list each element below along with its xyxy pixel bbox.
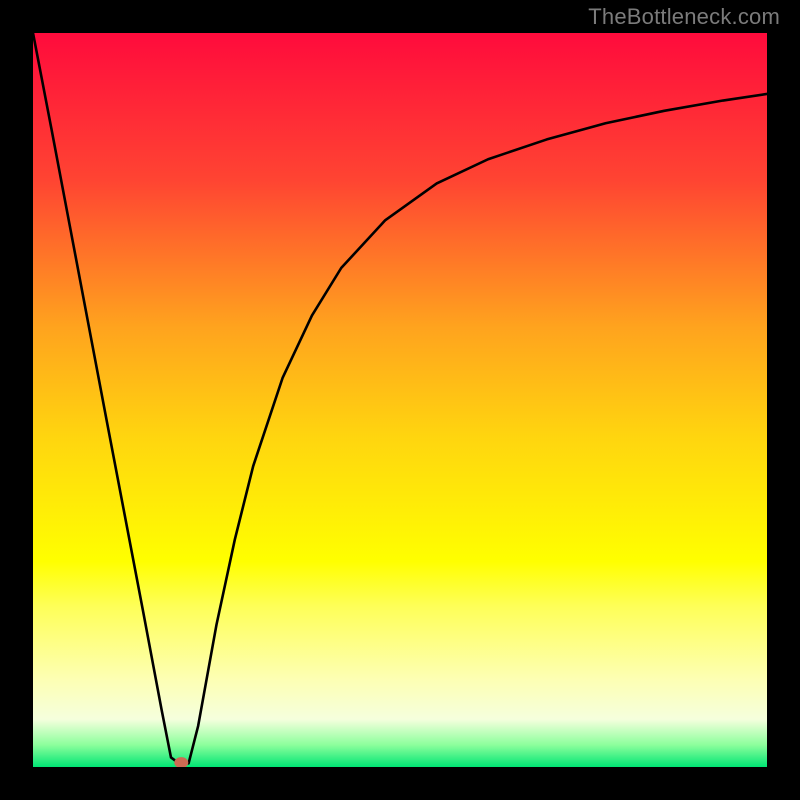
watermark-text: TheBottleneck.com [588,4,780,30]
gradient-background [33,33,767,767]
bottleneck-chart [33,33,767,767]
chart-frame: TheBottleneck.com [0,0,800,800]
